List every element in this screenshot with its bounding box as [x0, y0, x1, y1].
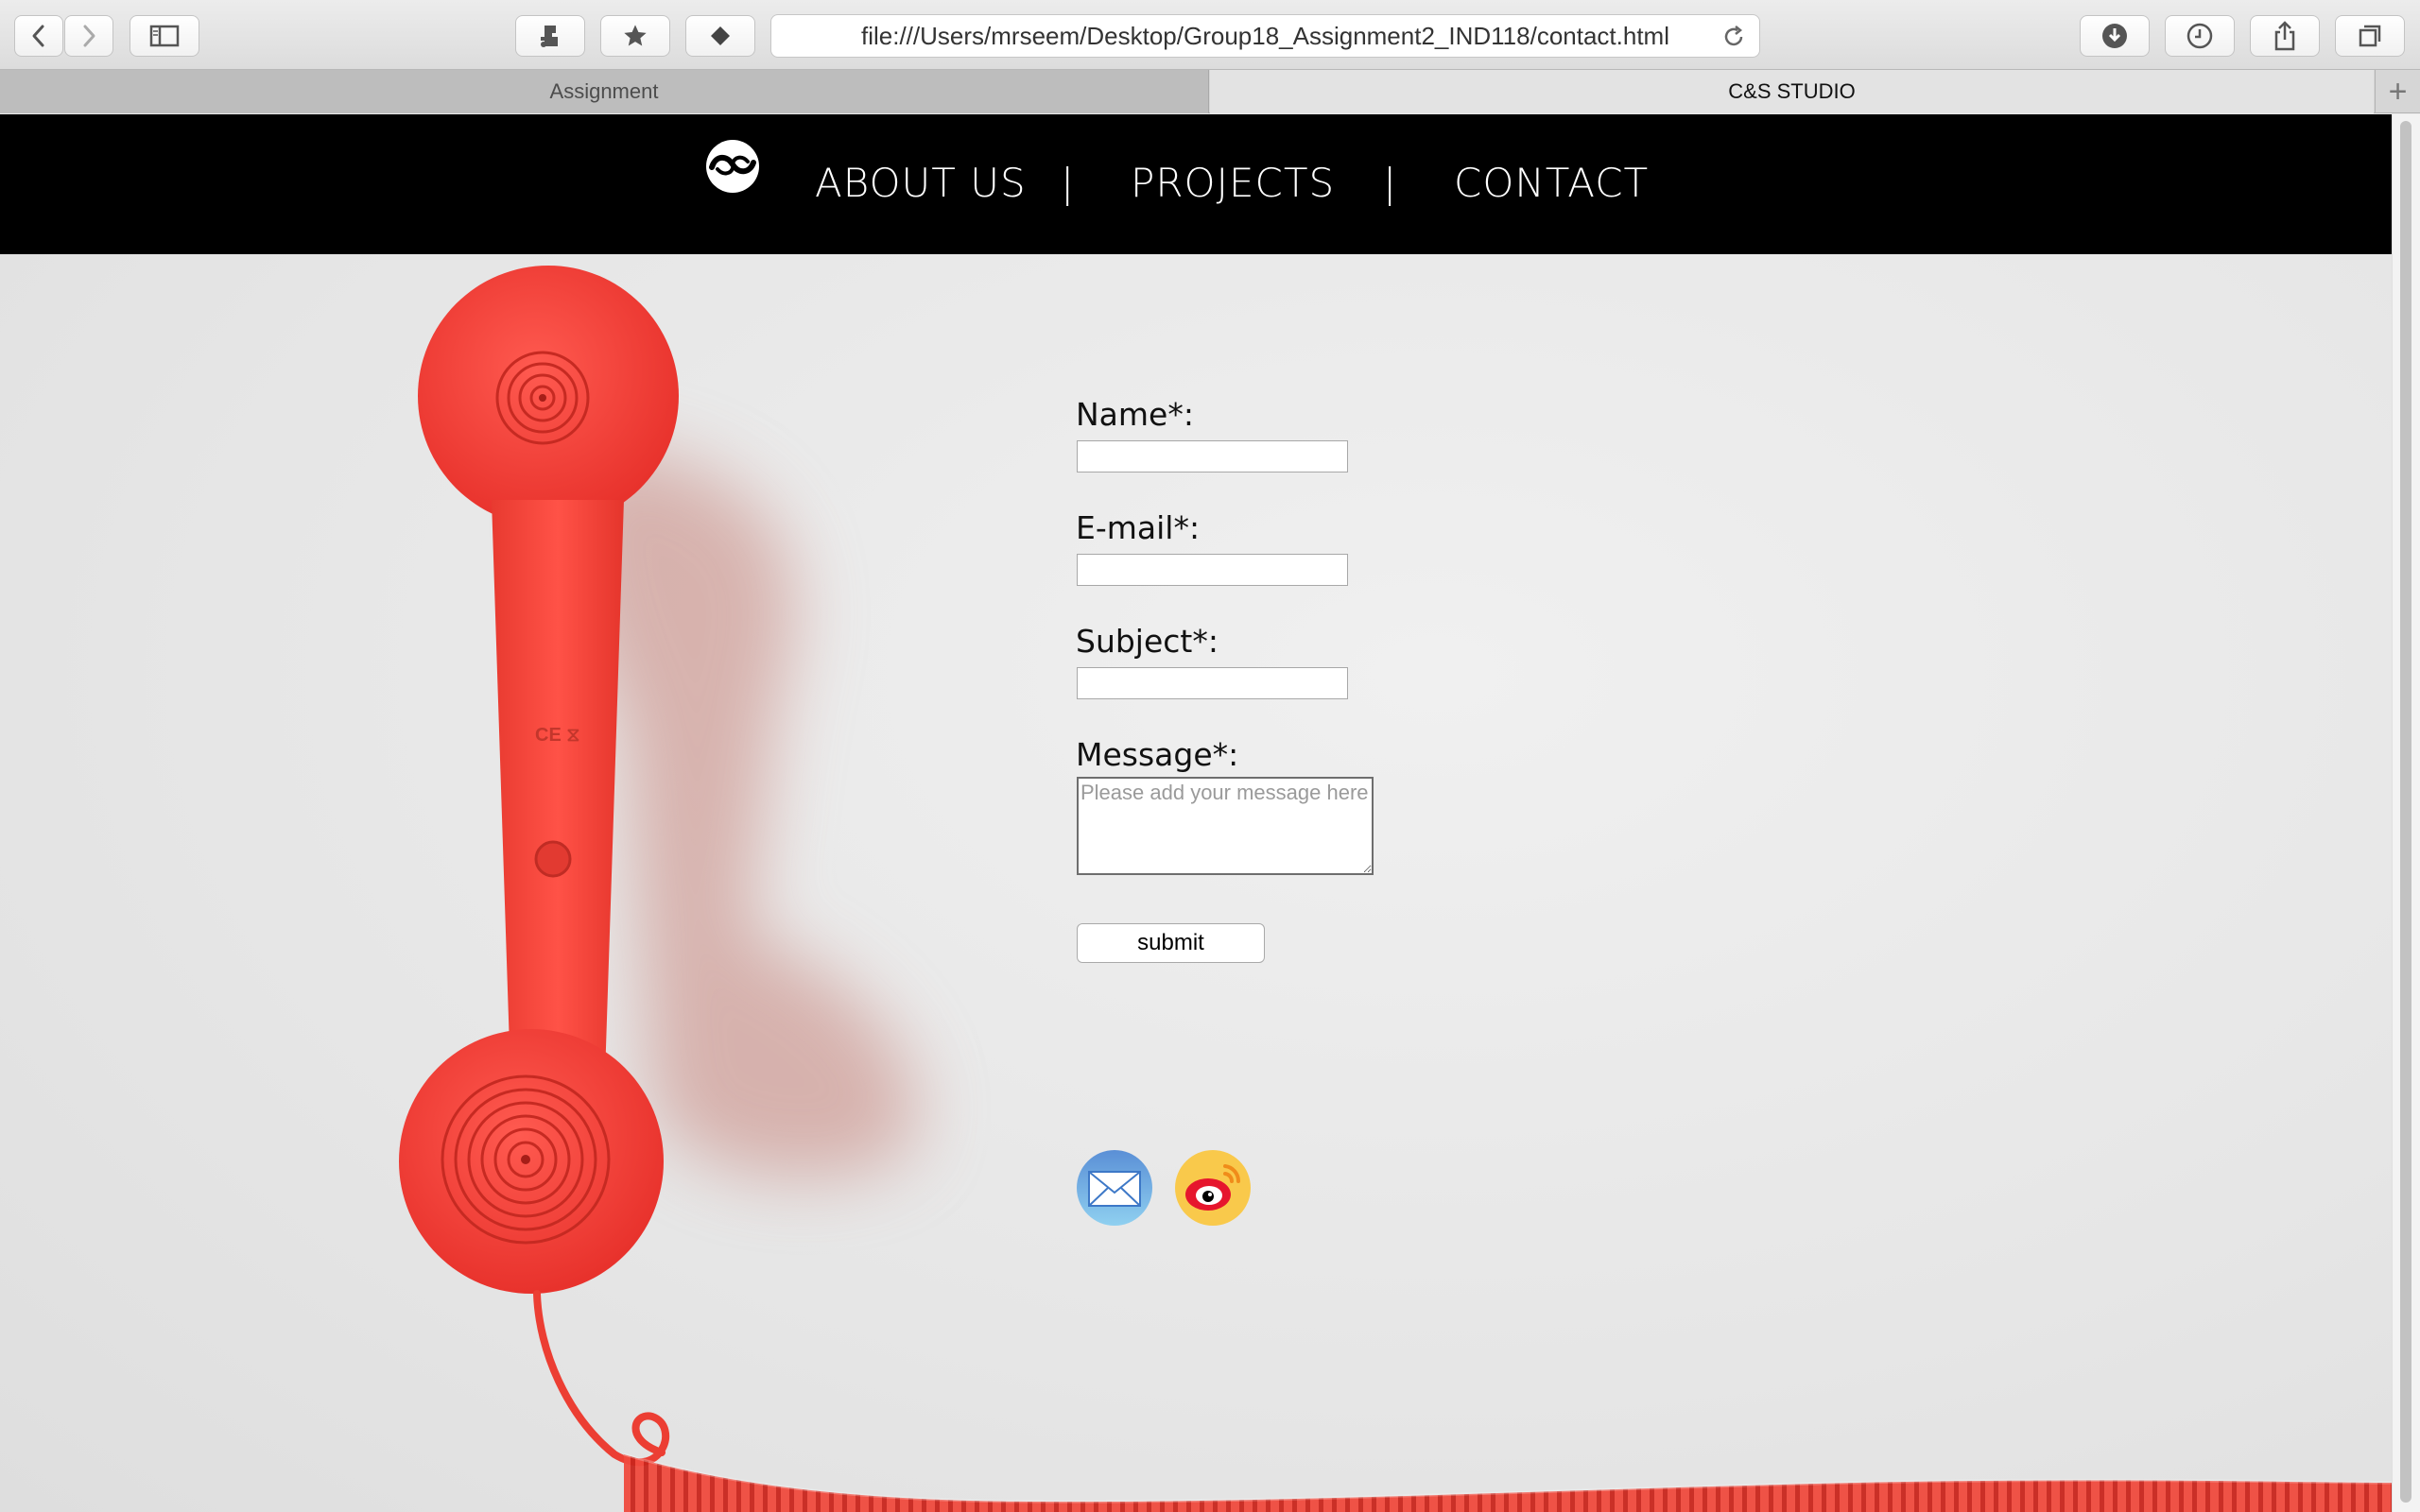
subject-field[interactable] [1077, 667, 1348, 699]
bookmark-star-icon [624, 25, 647, 46]
tab-cs-studio[interactable]: C&S STUDIO [1210, 70, 2374, 113]
tab-assignment[interactable]: Assignment [0, 70, 1209, 113]
email-field[interactable] [1077, 554, 1348, 586]
url-bar[interactable]: file:///Users/mrseem/Desktop/Group18_Ass… [770, 14, 1760, 58]
tab-bar: Assignment C&S STUDIO + [0, 70, 2420, 113]
back-icon [32, 25, 44, 47]
downloads-button[interactable] [2080, 15, 2150, 57]
bookmark-button[interactable] [600, 15, 670, 57]
extension-icon [541, 26, 558, 47]
submit-button[interactable]: submit [1077, 923, 1265, 963]
sidebar-button[interactable] [130, 15, 199, 57]
tabs-overview-button[interactable] [2335, 15, 2405, 57]
forward-button[interactable] [64, 15, 113, 57]
history-icon [2187, 23, 2213, 49]
download-icon [2102, 24, 2127, 48]
email-label: E-mail*: [1076, 509, 1201, 546]
nav-separator: | [1061, 160, 1076, 206]
cs-studio-logo[interactable] [704, 138, 761, 195]
tab-label: C&S STUDIO [1728, 79, 1856, 103]
message-label: Message*: [1076, 736, 1239, 773]
browser-toolbar: file:///Users/mrseem/Desktop/Group18_Ass… [0, 0, 2420, 70]
weibo-icon[interactable] [1174, 1149, 1252, 1227]
share-button[interactable] [2250, 15, 2320, 57]
message-field[interactable] [1077, 777, 1374, 875]
history-button[interactable] [2165, 15, 2235, 57]
sidebar-icon [149, 25, 180, 47]
nav-about-us[interactable]: ABOUT US [815, 160, 1027, 206]
extension-diamond-button[interactable] [685, 15, 755, 57]
tabs-overview-icon [2359, 25, 2381, 47]
name-label: Name*: [1076, 396, 1194, 433]
nav-contact[interactable]: CONTACT [1454, 160, 1649, 206]
nav-separator: | [1383, 160, 1398, 206]
scrollbar-thumb[interactable] [2400, 121, 2411, 1503]
url-text: file:///Users/mrseem/Desktop/Group18_Ass… [861, 21, 1669, 50]
site-nav: ABOUT US | PROJECTS | CONTACT [0, 114, 2392, 254]
email-icon[interactable] [1076, 1149, 1153, 1227]
subject-label: Subject*: [1076, 623, 1219, 660]
tab-label: Assignment [549, 79, 659, 103]
diamond-icon [711, 26, 730, 45]
svg-text:CE ⧖: CE ⧖ [535, 725, 579, 746]
share-icon [2274, 21, 2295, 51]
back-button[interactable] [14, 15, 63, 57]
name-field[interactable] [1077, 440, 1348, 472]
new-tab-button[interactable]: + [2375, 70, 2420, 113]
forward-icon [83, 25, 95, 47]
page-content: ABOUT US | PROJECTS | CONTACT CE ⧖ Name*… [0, 114, 2392, 1512]
extension-button[interactable] [515, 15, 585, 57]
nav-projects[interactable]: PROJECTS [1131, 160, 1335, 206]
plus-icon: + [2388, 73, 2408, 110]
reload-icon[interactable] [1721, 25, 1746, 49]
